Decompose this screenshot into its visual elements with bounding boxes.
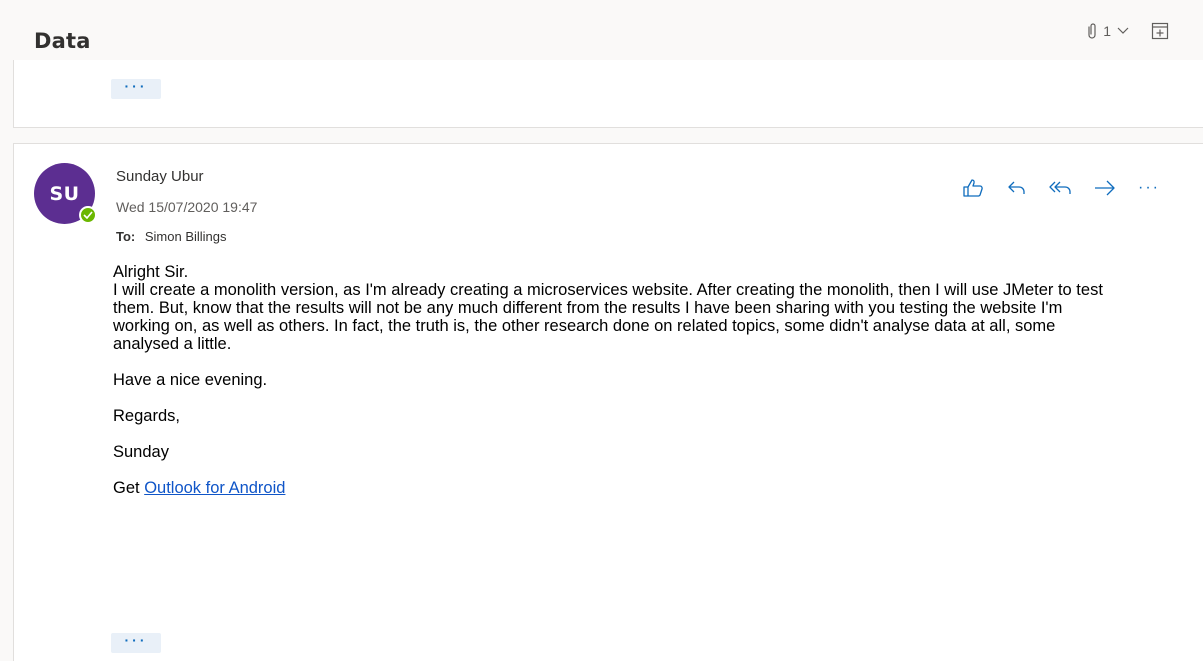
sent-date: Wed 15/07/2020 19:47 [116,199,258,215]
sender-name[interactable]: Sunday Ubur [116,168,204,185]
chevron-down-icon [1117,27,1129,34]
body-signature: Sunday [113,443,169,461]
like-button[interactable] [959,174,987,202]
recipient-name[interactable]: Simon Billings [145,229,227,244]
paperclip-icon [1088,23,1096,39]
body-closing: Have a nice evening. [113,371,268,389]
attachment-count: 1 [1103,23,1111,39]
message-card: SU Sunday Ubur Wed 15/07/2020 19:47 To: … [13,143,1203,661]
open-in-new-window-button[interactable] [1151,22,1169,40]
forward-icon [1095,180,1115,196]
body-regards: Regards, [113,407,180,425]
get-prefix: Get [113,479,145,497]
reply-all-button[interactable] [1047,174,1075,202]
reply-all-icon [1049,181,1071,194]
recipient-line: To: Simon Billings [116,229,227,244]
more-actions-button[interactable]: ··· [1135,174,1163,202]
reading-pane: Data 1 ··· SU Sunday Ubur Wed 15/07/2020… [0,0,1203,661]
show-message-history-button[interactable]: ··· [111,79,161,99]
more-options-icon: ··· [1138,179,1160,196]
forward-button[interactable] [1091,174,1119,202]
message-body: Alright Sir. I will create a monolith ve… [113,263,1113,497]
collapsed-message-card: ··· [13,60,1203,128]
header-tools: 1 [1087,22,1169,40]
message-actions: ··· [959,174,1163,202]
reply-button[interactable] [1003,174,1031,202]
avatar-initials: SU [49,182,80,205]
to-label: To: [116,229,136,244]
conversation-subject: Data [34,29,91,53]
outlook-for-android-link[interactable]: Outlook for Android [144,479,285,497]
attachment-filter-button[interactable]: 1 [1087,22,1129,40]
reply-icon [1008,181,1025,194]
body-paragraph: I will create a monolith version, as I'm… [113,281,1103,353]
thumbs-up-icon [963,179,983,197]
body-get-outlook: Get Outlook for Android [113,479,1113,497]
presence-available-icon [79,206,97,224]
expand-window-icon [1151,22,1169,40]
body-greeting: Alright Sir. [113,263,189,281]
show-trimmed-content-button[interactable]: ··· [111,633,161,653]
